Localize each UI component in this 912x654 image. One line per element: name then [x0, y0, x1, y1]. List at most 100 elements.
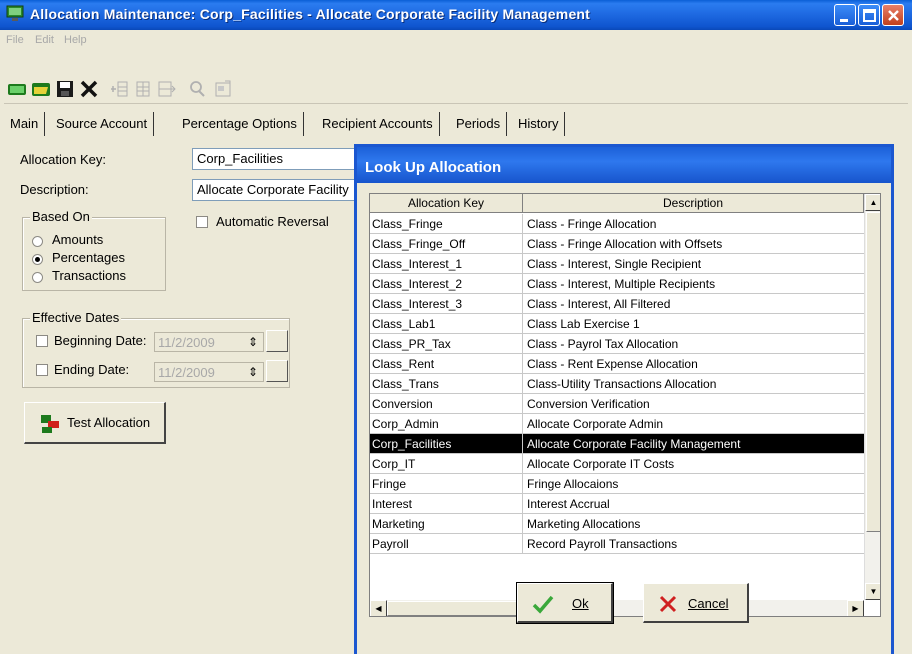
beginning-date-label: Beginning Date:	[54, 333, 147, 348]
tab-recipient-accounts[interactable]: Recipient Accounts	[316, 112, 440, 136]
table-row[interactable]: Class_Lab1 Class Lab Exercise 1	[370, 314, 864, 334]
cancel-x-icon	[659, 595, 677, 613]
maximize-button[interactable]	[858, 4, 880, 26]
description-cell: Class - Fringe Allocation with Offsets	[527, 237, 723, 251]
allocation-key-field[interactable]: Corp_Facilities	[192, 148, 362, 170]
table-row[interactable]: Class_Fringe Class - Fringe Allocation	[370, 214, 864, 234]
column-header-key[interactable]: Allocation Key	[370, 194, 523, 213]
table-row[interactable]: Class_Interest_1 Class - Interest, Single…	[370, 254, 864, 274]
allocation-key-cell: Fringe	[370, 474, 523, 494]
insert-row-icon	[108, 78, 130, 100]
new-icon[interactable]	[6, 78, 28, 100]
ok-label: Ok	[572, 596, 589, 611]
based-on-title: Based On	[30, 209, 92, 224]
beginning-date-checkbox[interactable]	[36, 335, 48, 347]
effective-dates-title: Effective Dates	[30, 310, 122, 325]
menu-file[interactable]: File	[6, 34, 24, 46]
table-row[interactable]: Corp_IT Allocate Corporate IT Costs	[370, 454, 864, 474]
scroll-right-icon[interactable]: ▶	[847, 600, 864, 616]
table-row[interactable]: Interest Interest Accrual	[370, 494, 864, 514]
radio-transactions-label: Transactions	[52, 268, 126, 283]
scroll-left-icon[interactable]: ◀	[370, 600, 387, 616]
table-row[interactable]: Corp_Admin Allocate Corporate Admin	[370, 414, 864, 434]
allocation-key-cell: Interest	[370, 494, 523, 514]
description-cell: Fringe Allocaions	[527, 477, 619, 491]
delete-icon[interactable]	[78, 78, 100, 100]
description-field[interactable]: Allocate Corporate Facility	[192, 179, 362, 201]
table-row[interactable]: Payroll Record Payroll Transactions	[370, 534, 864, 554]
table-row[interactable]: Fringe Fringe Allocaions	[370, 474, 864, 494]
description-cell: Class - Fringe Allocation	[527, 217, 657, 231]
description-cell: Class - Interest, All Filtered	[527, 297, 671, 311]
allocation-key-cell: Marketing	[370, 514, 523, 534]
scroll-up-icon[interactable]: ▲	[865, 194, 880, 211]
allocation-key-label: Allocation Key:	[20, 152, 106, 167]
column-header-description[interactable]: Description	[523, 194, 864, 213]
automatic-reversal-label: Automatic Reversal	[216, 214, 329, 229]
ending-date-spinner-icon[interactable]: ⇕	[248, 365, 258, 379]
save-icon[interactable]	[54, 78, 76, 100]
description-cell: Class - Rent Expense Allocation	[527, 357, 698, 371]
open-icon[interactable]	[30, 78, 52, 100]
scroll-down-icon[interactable]: ▼	[865, 583, 880, 600]
ok-button[interactable]: Ok	[516, 582, 614, 624]
description-cell: Class-Utility Transactions Allocation	[527, 377, 717, 391]
vertical-scrollbar[interactable]: ▲ ▼	[864, 194, 880, 600]
close-button[interactable]	[882, 4, 904, 26]
radio-transactions[interactable]	[32, 272, 43, 283]
tab-main[interactable]: Main	[4, 112, 46, 136]
menu-help[interactable]: Help	[64, 34, 87, 46]
allocation-key-cell: Corp_Admin	[370, 414, 523, 434]
allocation-key-cell: Corp_IT	[370, 454, 523, 474]
radio-amounts-label: Amounts	[52, 232, 104, 247]
allocation-key-cell: Class_Interest_2	[370, 274, 523, 294]
tab-source-account[interactable]: Source Account	[50, 112, 155, 136]
checkmark-icon	[532, 595, 554, 614]
tab-history[interactable]: History	[512, 112, 566, 136]
cancel-button[interactable]: Cancel	[643, 583, 749, 623]
table-row[interactable]: Class_Interest_3 Class - Interest, All Fi…	[370, 294, 864, 314]
allocation-key-cell: Class_Interest_3	[370, 294, 523, 314]
radio-amounts[interactable]	[32, 236, 43, 247]
allocation-key-cell: Conversion	[370, 394, 523, 414]
table-row[interactable]: Class_Fringe_Off Class - Fringe Allocatio…	[370, 234, 864, 254]
table-row[interactable]: Class_Interest_2 Class - Interest, Multip…	[370, 274, 864, 294]
beginning-date-spinner-icon[interactable]: ⇕	[248, 335, 258, 349]
ending-date-label: Ending Date:	[54, 362, 130, 377]
description-cell: Conversion Verification	[527, 397, 650, 411]
ending-date-picker-button[interactable]	[266, 360, 288, 382]
table-row[interactable]: Class_Rent Class - Rent Expense Allocatio…	[370, 354, 864, 374]
description-cell: Record Payroll Transactions	[527, 537, 678, 551]
allocation-key-cell: Corp_Facilities	[370, 434, 523, 454]
table-row[interactable]: Conversion Conversion Verification	[370, 394, 864, 414]
beginning-date-picker-button[interactable]	[266, 330, 288, 352]
ending-date-checkbox[interactable]	[36, 364, 48, 376]
search-icon[interactable]	[186, 78, 208, 100]
allocation-key-cell: Class_Rent	[370, 354, 523, 374]
table-row[interactable]: Class_PR_Tax Class - Payrol Tax Allocatio…	[370, 334, 864, 354]
tab-periods[interactable]: Periods	[450, 112, 508, 136]
vertical-scroll-thumb[interactable]	[866, 212, 880, 532]
table-row[interactable]: Corp_Facilities Allocate Corporate Facili…	[370, 434, 864, 454]
window-title: Allocation Maintenance: Corp_Facilities …	[30, 6, 591, 22]
tab-percentage-options[interactable]: Percentage Options	[176, 112, 304, 136]
automatic-reversal-checkbox[interactable]	[196, 216, 208, 228]
allocation-key-cell: Class_PR_Tax	[370, 334, 523, 354]
properties-icon[interactable]	[212, 78, 234, 100]
grid-header: Allocation Key Description	[370, 194, 864, 213]
table-row[interactable]: Class_Trans Class-Utility Transactions Al…	[370, 374, 864, 394]
test-allocation-button[interactable]: Test Allocation	[24, 402, 166, 444]
horizontal-scrollbar[interactable]: ◀ ▶	[370, 600, 864, 616]
allocation-key-cell: Class_Lab1	[370, 314, 523, 334]
lookup-grid[interactable]: Allocation Key Description Class_Fringe C…	[369, 193, 881, 617]
table-row[interactable]: Marketing Marketing Allocations	[370, 514, 864, 534]
ending-date-value: 11/2/2009	[158, 365, 215, 380]
radio-percentages[interactable]	[32, 254, 43, 265]
toolbar-divider	[4, 103, 908, 104]
title-bar[interactable]: Allocation Maintenance: Corp_Facilities …	[0, 0, 912, 30]
radio-percentages-label: Percentages	[52, 250, 125, 265]
app-icon	[6, 5, 24, 21]
menu-edit[interactable]: Edit	[35, 34, 54, 46]
description-cell: Allocate Corporate IT Costs	[527, 457, 675, 471]
minimize-button[interactable]	[834, 4, 856, 26]
